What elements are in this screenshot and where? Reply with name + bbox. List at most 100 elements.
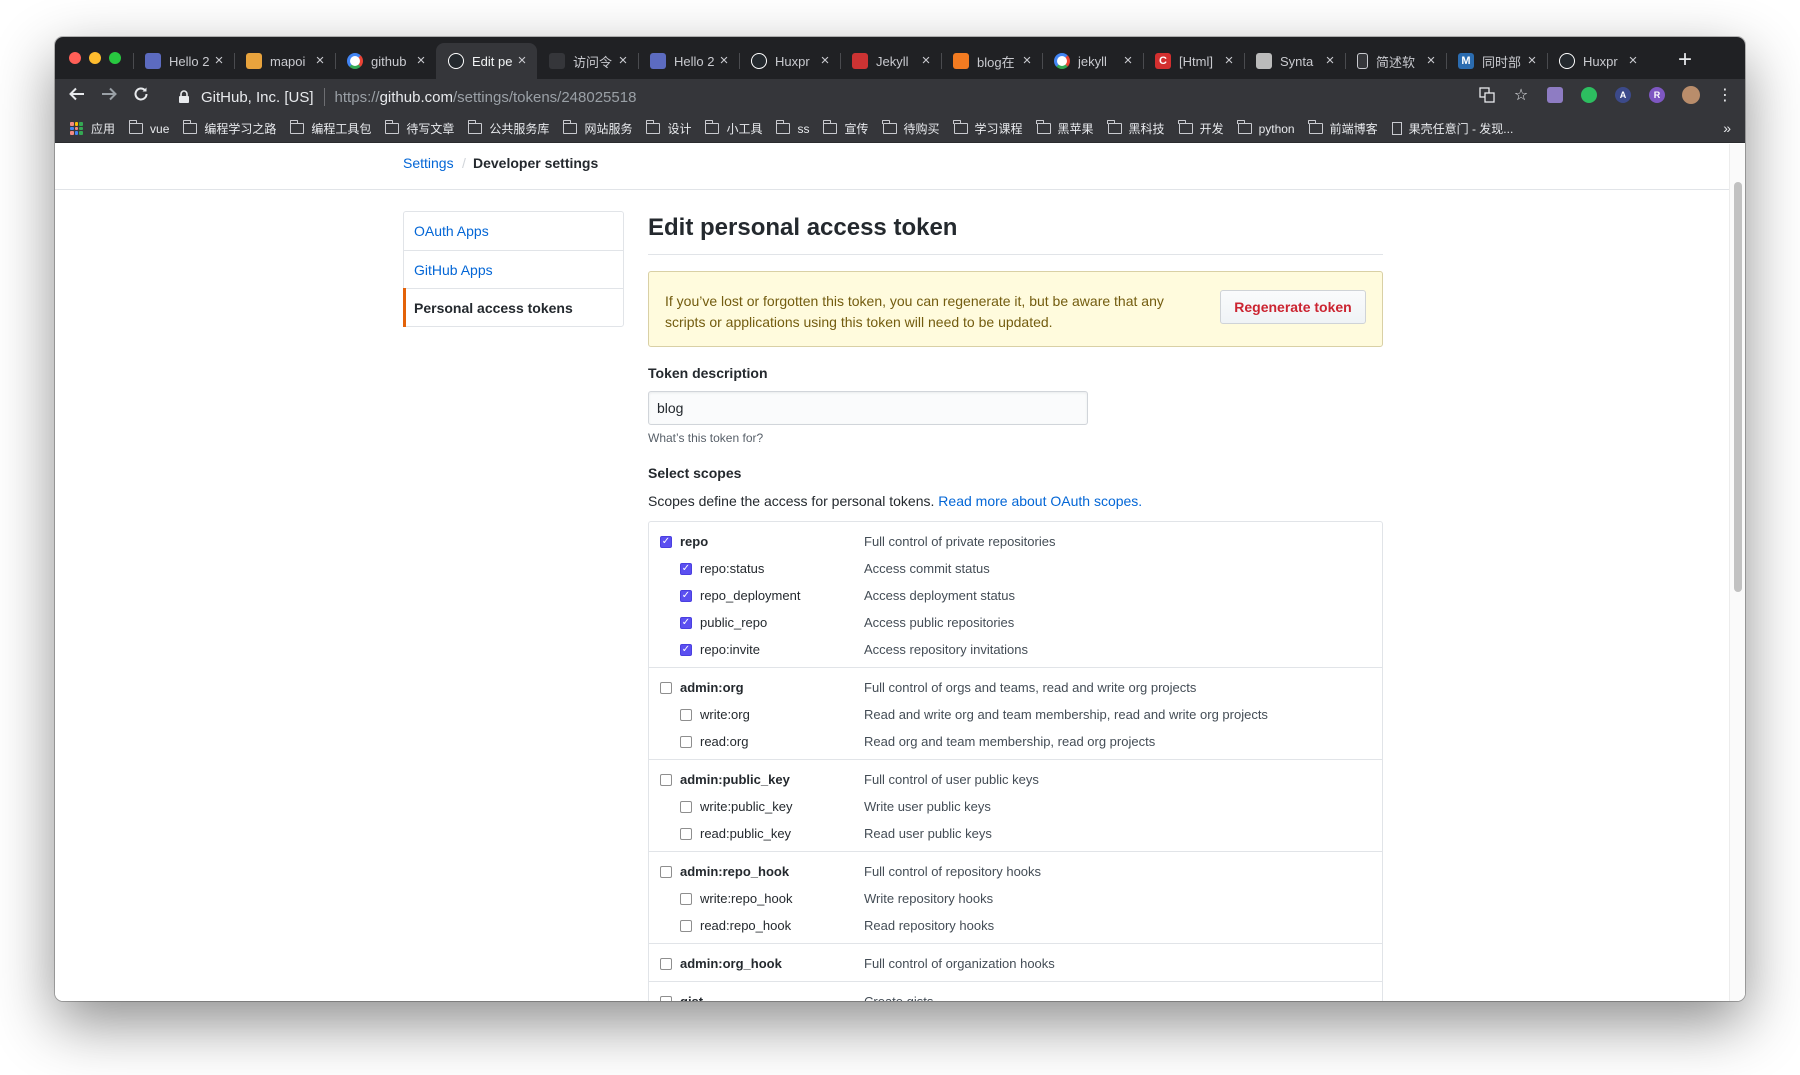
browser-tab[interactable]: Hello 2 ×: [638, 43, 739, 79]
close-tab-icon[interactable]: ×: [212, 53, 226, 68]
apps-grid-icon: [70, 122, 83, 135]
browser-tab[interactable]: 简述软 ×: [1345, 43, 1446, 79]
browser-tab[interactable]: Jekyll ×: [840, 43, 941, 79]
bookmark-item[interactable]: 宣传: [822, 120, 869, 137]
browser-tab[interactable]: Huxpr ×: [739, 43, 840, 79]
browser-tab[interactable]: Huxpr ×: [1547, 43, 1648, 79]
scope-checkbox[interactable]: [660, 957, 672, 970]
side-menu-item[interactable]: Personal access tokens: [403, 288, 623, 327]
bookmark-item[interactable]: 果壳任意门 - 发现...: [1391, 120, 1513, 137]
bookmark-item[interactable]: 前端博客: [1308, 120, 1378, 137]
folder-icon: [704, 120, 720, 134]
browser-tab[interactable]: 访问令 ×: [537, 43, 638, 79]
zoom-window-button[interactable]: [109, 52, 121, 64]
close-tab-icon[interactable]: ×: [1525, 53, 1539, 68]
close-tab-icon[interactable]: ×: [1222, 53, 1236, 68]
scope-checkbox[interactable]: [680, 892, 692, 905]
browser-tab[interactable]: blog在 ×: [941, 43, 1042, 79]
bookmark-item[interactable]: 应用: [70, 120, 115, 137]
browser-tab[interactable]: jekyll ×: [1042, 43, 1143, 79]
scope-checkbox[interactable]: [660, 865, 672, 878]
bookmark-item[interactable]: 设计: [645, 120, 691, 137]
regenerate-token-button[interactable]: Regenerate token: [1220, 290, 1366, 324]
profile-avatar[interactable]: [1681, 85, 1701, 105]
close-tab-icon[interactable]: ×: [1424, 53, 1438, 68]
bookmark-item[interactable]: python: [1237, 120, 1295, 136]
scope-parent-row: admin:public_key Full control of user pub…: [649, 766, 1382, 793]
tab-title: jekyll: [1078, 53, 1107, 69]
bookmark-star-icon[interactable]: ☆: [1511, 85, 1531, 105]
close-tab-icon[interactable]: ×: [919, 53, 933, 68]
scrollbar-thumb[interactable]: [1734, 182, 1742, 592]
browser-tab[interactable]: Synta ×: [1244, 43, 1345, 79]
translate-icon[interactable]: [1477, 85, 1497, 105]
close-tab-icon[interactable]: ×: [818, 53, 832, 68]
bookmark-item[interactable]: 待购买: [882, 120, 940, 137]
bookmark-item[interactable]: 编程学习之路: [182, 120, 276, 137]
close-tab-icon[interactable]: ×: [414, 53, 428, 68]
forward-button[interactable]: [97, 85, 121, 109]
side-menu-item[interactable]: GitHub Apps: [404, 250, 623, 288]
more-bookmarks-button[interactable]: »: [1723, 120, 1731, 136]
close-tab-icon[interactable]: ×: [616, 53, 630, 68]
bookmark-item[interactable]: 网站服务: [562, 120, 632, 137]
scope-checkbox[interactable]: [680, 919, 692, 932]
close-window-button[interactable]: [69, 52, 81, 64]
extension-a-icon[interactable]: A: [1613, 85, 1633, 105]
browser-tab[interactable]: github ×: [335, 43, 436, 79]
tab-title: 访问令: [573, 54, 613, 70]
scope-checkbox[interactable]: [680, 735, 692, 748]
new-tab-button[interactable]: +: [1671, 46, 1699, 74]
browser-tab[interactable]: Edit pe ×: [436, 43, 537, 79]
extension-window-icon[interactable]: [1545, 85, 1565, 105]
token-description-input[interactable]: [648, 391, 1088, 425]
close-tab-icon[interactable]: ×: [515, 53, 529, 68]
bookmark-item[interactable]: 学习课程: [953, 120, 1023, 137]
scope-checkbox[interactable]: [680, 800, 692, 813]
bookmark-item[interactable]: 小工具: [704, 120, 762, 137]
folder-icon: [645, 120, 661, 134]
browser-tab[interactable]: M 同时部 ×: [1446, 43, 1547, 79]
bookmark-item[interactable]: 黑苹果: [1036, 120, 1094, 137]
scope-checkbox[interactable]: [660, 773, 672, 786]
minimize-window-button[interactable]: [89, 52, 101, 64]
scope-checkbox[interactable]: [660, 995, 672, 1001]
close-tab-icon[interactable]: ×: [717, 53, 731, 68]
evernote-icon[interactable]: [1579, 85, 1599, 105]
close-tab-icon[interactable]: ×: [1323, 53, 1337, 68]
tab-title: 简述软: [1376, 54, 1416, 70]
bookmark-item[interactable]: ss: [775, 120, 809, 136]
bookmark-item[interactable]: 公共服务库: [467, 120, 549, 137]
close-tab-icon[interactable]: ×: [1121, 53, 1135, 68]
scope-checkbox[interactable]: ✓: [680, 616, 692, 629]
reload-button[interactable]: [129, 85, 153, 109]
back-button[interactable]: [65, 85, 89, 109]
close-tab-icon[interactable]: ×: [1626, 53, 1640, 68]
scope-checkbox[interactable]: ✓: [680, 643, 692, 656]
bookmark-item[interactable]: vue: [128, 120, 169, 136]
scrollbar[interactable]: [1729, 144, 1745, 1001]
close-tab-icon[interactable]: ×: [313, 53, 327, 68]
scope-description: Read repository hooks: [864, 918, 995, 933]
extension-r-icon[interactable]: R: [1647, 85, 1667, 105]
close-tab-icon[interactable]: ×: [1020, 53, 1034, 68]
bookmark-item[interactable]: 开发: [1178, 120, 1224, 137]
scope-checkbox[interactable]: ✓: [680, 562, 692, 575]
browser-tab[interactable]: C [Html] ×: [1143, 43, 1244, 79]
scope-checkbox[interactable]: [680, 708, 692, 721]
browser-tab[interactable]: mapoi ×: [234, 43, 335, 79]
scopes-table: ✓ repo Full control of private repositorie…: [648, 521, 1383, 1001]
scope-checkbox[interactable]: ✓: [660, 535, 672, 548]
bookmark-item[interactable]: 待写文章: [384, 120, 454, 137]
scope-checkbox[interactable]: [680, 827, 692, 840]
side-menu-item[interactable]: OAuth Apps: [404, 212, 623, 250]
bookmark-item[interactable]: 黑科技: [1107, 120, 1165, 137]
menu-kebab-icon[interactable]: ⋮: [1715, 85, 1735, 105]
browser-tab[interactable]: Hello 2 ×: [133, 43, 234, 79]
scope-checkbox[interactable]: [660, 681, 672, 694]
page-icon: [1391, 122, 1402, 135]
breadcrumb-settings-link[interactable]: Settings: [403, 155, 454, 171]
bookmark-item[interactable]: 编程工具包: [289, 120, 371, 137]
oauth-scopes-link[interactable]: Read more about OAuth scopes.: [938, 493, 1142, 509]
scope-checkbox[interactable]: ✓: [680, 589, 692, 602]
